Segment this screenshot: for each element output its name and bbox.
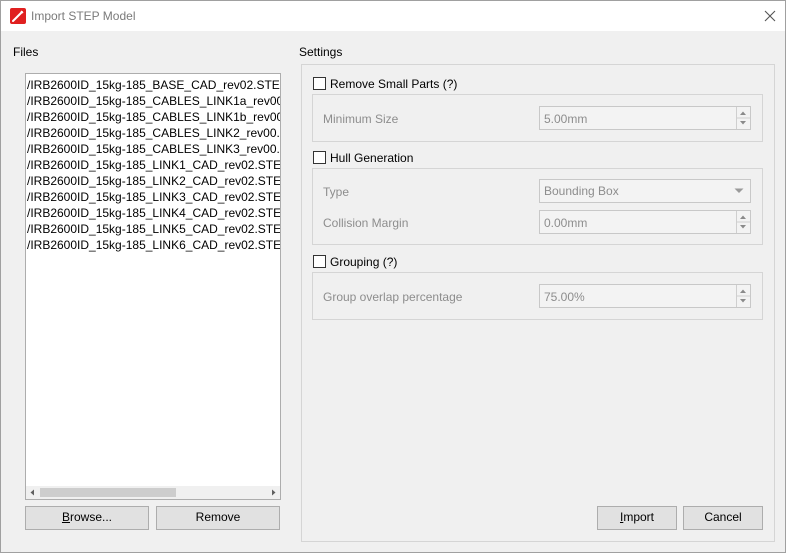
scroll-left-icon[interactable] — [26, 486, 39, 499]
close-icon — [764, 10, 776, 22]
hull-generation-checkbox[interactable] — [313, 151, 326, 164]
type-label: Type — [323, 185, 350, 199]
file-list-item[interactable]: /IRB2600ID_15kg-185_LINK5_CAD_rev02.STEP — [26, 221, 280, 237]
type-dropdown-value: Bounding Box — [544, 184, 619, 198]
group-overlap-value: 75.00% — [544, 290, 585, 304]
grouping-checkbox[interactable] — [313, 255, 326, 268]
remove-small-parts-label[interactable]: Remove Small Parts (?) — [330, 77, 457, 91]
close-button[interactable] — [755, 1, 785, 31]
group-overlap-label: Group overlap percentage — [323, 290, 463, 304]
import-step-dialog: Import STEP Model Files /IRB2600ID_15kg-… — [0, 0, 786, 553]
cancel-button[interactable]: Cancel — [683, 506, 763, 530]
file-list-item[interactable]: /IRB2600ID_15kg-185_BASE_CAD_rev02.STEP — [26, 77, 280, 93]
file-list[interactable]: /IRB2600ID_15kg-185_BASE_CAD_rev02.STEP /… — [25, 73, 281, 500]
browse-button[interactable]: Browse... — [25, 506, 149, 530]
remove-small-parts-checkbox[interactable] — [313, 77, 326, 90]
collision-margin-value: 0.00mm — [544, 216, 588, 230]
file-list-item[interactable]: /IRB2600ID_15kg-185_LINK1_CAD_rev02.STEP — [26, 157, 280, 173]
file-list-item[interactable]: /IRB2600ID_15kg-185_LINK3_CAD_rev02.STEP — [26, 189, 280, 205]
file-list-item[interactable]: /IRB2600ID_15kg-185_CABLES_LINK3_rev00.S… — [26, 141, 280, 157]
minimum-size-spinbox[interactable]: 5.00mm — [539, 106, 751, 130]
minimum-size-label: Minimum Size — [323, 112, 399, 126]
settings-section-label: Settings — [299, 45, 343, 59]
file-list-item[interactable]: /IRB2600ID_15kg-185_CABLES_LINK1a_rev00.… — [26, 93, 280, 109]
title-bar: Import STEP Model — [1, 1, 785, 31]
minimum-size-value: 5.00mm — [544, 112, 588, 126]
app-logo-icon — [10, 8, 26, 24]
file-list-item[interactable]: /IRB2600ID_15kg-185_CABLES_LINK2_rev00.S… — [26, 125, 280, 141]
browse-label: rowse... — [70, 510, 113, 524]
collision-margin-spinbox[interactable]: 0.00mm — [539, 210, 751, 234]
collision-margin-label: Collision Margin — [323, 216, 409, 230]
files-section-label: Files — [13, 45, 39, 59]
file-list-item[interactable]: /IRB2600ID_15kg-185_LINK4_CAD_rev02.STEP — [26, 205, 280, 221]
cancel-label: Cancel — [704, 510, 742, 524]
file-list-items: /IRB2600ID_15kg-185_BASE_CAD_rev02.STEP /… — [26, 77, 280, 485]
window-title: Import STEP Model — [31, 9, 136, 23]
import-button[interactable]: Import — [597, 506, 677, 530]
import-label: mport — [623, 510, 655, 524]
file-list-item[interactable]: /IRB2600ID_15kg-185_LINK6_CAD_rev02.STEP — [26, 237, 280, 253]
grouping-label[interactable]: Grouping (?) — [330, 255, 397, 269]
scroll-right-icon[interactable] — [267, 486, 280, 499]
hull-generation-label[interactable]: Hull Generation — [330, 151, 413, 165]
browse-mnemonic: B — [61, 510, 70, 524]
group-overlap-spinbox[interactable]: 75.00% — [539, 284, 751, 308]
remove-label: Remove — [195, 510, 241, 524]
file-list-item[interactable]: /IRB2600ID_15kg-185_LINK2_CAD_rev02.STEP — [26, 173, 280, 189]
chevron-down-icon — [734, 188, 744, 193]
file-list-item[interactable]: /IRB2600ID_15kg-185_CABLES_LINK1b_rev00.… — [26, 109, 280, 125]
spin-arrows-icon[interactable] — [736, 107, 750, 129]
spin-arrows-icon[interactable] — [736, 285, 750, 307]
remove-button[interactable]: Remove — [156, 506, 280, 530]
scrollbar-thumb[interactable] — [40, 488, 176, 497]
file-list-horizontal-scrollbar[interactable] — [26, 486, 280, 499]
type-dropdown[interactable]: Bounding Box — [539, 179, 751, 203]
spin-arrows-icon[interactable] — [736, 211, 750, 233]
